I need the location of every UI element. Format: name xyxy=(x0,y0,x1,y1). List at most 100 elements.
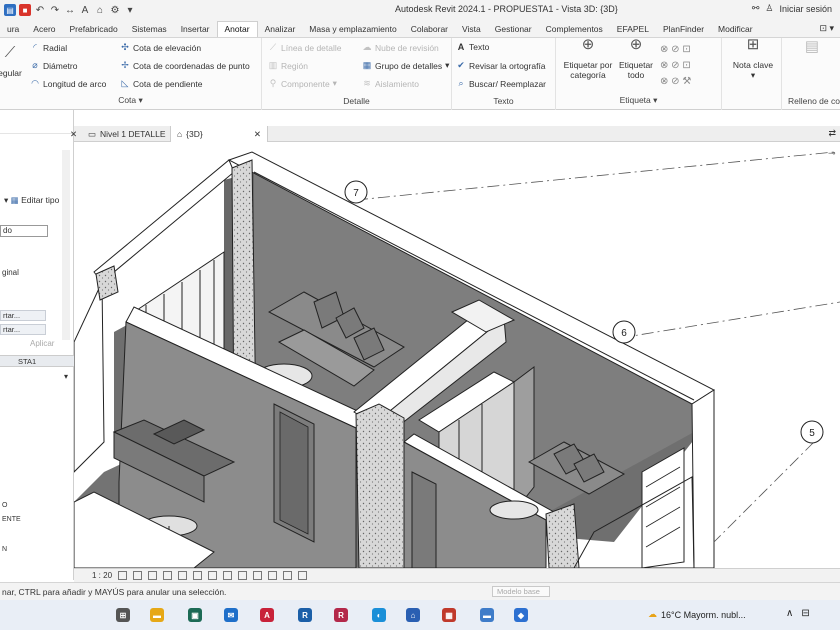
ribbon-tab-gestionar[interactable]: Gestionar xyxy=(488,24,539,37)
ribbon-tab-colaborar[interactable]: Colaborar xyxy=(404,24,455,37)
ribbon-tab-analizar[interactable]: Analizar xyxy=(258,24,303,37)
view-tabs-menu-icon[interactable]: ⇄ xyxy=(828,128,836,139)
arc-length-button[interactable]: ◠ Longitud de arco xyxy=(30,78,106,89)
region-button[interactable]: ▥ Región xyxy=(268,60,308,71)
weather-widget[interactable]: ☁ 16°C Mayorm. nubl... xyxy=(648,609,746,620)
view-reference-icon[interactable]: ⊡ xyxy=(682,60,690,71)
material-tag-icon[interactable]: ⊘ xyxy=(671,44,679,55)
redo-icon[interactable]: ↷ xyxy=(49,4,61,16)
ribbon-tab-anotar[interactable]: Anotar xyxy=(216,21,258,37)
insulation-button[interactable]: ≋ Aislamiento xyxy=(362,78,419,89)
browser-tree-item[interactable]: O xyxy=(2,502,7,509)
browser-tree-item[interactable]: ENTE xyxy=(2,516,21,523)
show-crop-icon[interactable] xyxy=(208,571,218,580)
browser-dropdown-icon[interactable]: ▾ xyxy=(64,372,68,381)
view-tab-close[interactable]: ✕ xyxy=(64,126,83,142)
temporary-hide-icon[interactable] xyxy=(238,571,248,580)
crop-view-icon[interactable] xyxy=(193,571,203,580)
pdf-icon[interactable]: A xyxy=(260,608,274,622)
property-edit-button-1[interactable]: rtar... xyxy=(0,310,46,321)
region-fill-button[interactable]: ▤ xyxy=(792,39,832,62)
ribbon-tab-ura[interactable]: ura xyxy=(0,24,26,37)
visual-style-icon[interactable] xyxy=(133,571,143,580)
radial-button[interactable]: ◜ Radial xyxy=(30,42,67,53)
folder-icon[interactable]: ▬ xyxy=(480,608,494,622)
user-icon[interactable]: ♙ xyxy=(765,3,773,14)
aligned-dimension-button[interactable]: ⟋ egular xyxy=(0,45,26,78)
dropdown-icon[interactable]: ▾ xyxy=(124,4,136,16)
ribbon-tab-sistemas[interactable]: Sistemas xyxy=(125,24,174,37)
mail-icon[interactable]: ✉ xyxy=(224,608,238,622)
multi-category-tag-icon[interactable]: ⊗ xyxy=(660,44,668,55)
tag-by-category-button[interactable]: ⊕ Etiquetar por categoría xyxy=(560,37,616,80)
tab-nivel-1-detalle[interactable]: ▭ Nivel 1 DETALLE xyxy=(82,126,172,142)
ribbon-tab-prefabricado[interactable]: Prefabricado xyxy=(63,24,125,37)
3d-viewport[interactable]: 7 6 5 ⊸ xyxy=(74,142,840,568)
component-button[interactable]: ⚲ Componente ▾ xyxy=(268,78,337,89)
spot-coordinate-button[interactable]: ✢ Cota de coordenadas de punto xyxy=(120,60,250,71)
spellcheck-button[interactable]: ✔ Revisar la ortografía xyxy=(456,60,545,71)
panel-title-cota[interactable]: Cota ▾ xyxy=(0,95,261,106)
viewcube-icon[interactable]: ⊸ xyxy=(828,149,836,159)
open-icon[interactable]: ▤ xyxy=(4,4,16,16)
keynote-button[interactable]: ⊞ Nota clave ▾ xyxy=(728,37,778,80)
ribbon-options-icon[interactable]: ⊡ ▾ xyxy=(813,23,840,37)
measure-icon[interactable]: ↔ xyxy=(64,4,76,16)
revit-icon[interactable]: R xyxy=(298,608,312,622)
edge-icon[interactable]: ◐ xyxy=(372,608,386,622)
text-icon[interactable]: A xyxy=(79,4,91,16)
lock-view-icon[interactable] xyxy=(223,571,233,580)
detail-line-button[interactable]: ⟋ Línea de detalle xyxy=(268,42,342,53)
beam-annotation-icon[interactable]: ⊗ xyxy=(660,76,668,87)
property-field[interactable]: do xyxy=(0,225,48,237)
detail-level-icon[interactable] xyxy=(118,571,128,580)
ribbon-tab-planfinder[interactable]: PlanFinder xyxy=(656,24,711,37)
tag-all-button[interactable]: ⊕ Etiquetar todo xyxy=(616,37,656,80)
binoculars-icon[interactable]: ⚯ xyxy=(752,3,760,14)
find-replace-button[interactable]: ⌕ Buscar/ Reemplazar xyxy=(456,78,546,89)
worksharing-icon[interactable] xyxy=(268,571,278,580)
model-selector[interactable]: Modelo base xyxy=(492,586,550,597)
chevron-up-icon[interactable]: ∧ xyxy=(786,608,793,619)
close-icon[interactable]: ✕ xyxy=(254,129,261,140)
3d-view-icon[interactable]: ⌂ xyxy=(94,4,106,16)
store-icon[interactable]: ▣ xyxy=(188,608,202,622)
revit-icon-2[interactable]: R xyxy=(334,608,348,622)
edit-type-button[interactable]: ▾ ▦ Editar tipo xyxy=(4,195,59,206)
ribbon-tab-vista[interactable]: Vista xyxy=(455,24,488,37)
ribbon-tab-insertar[interactable]: Insertar xyxy=(174,24,217,37)
browser-tree-item[interactable]: N xyxy=(2,546,7,553)
room-tag-icon[interactable]: ⊗ xyxy=(660,60,668,71)
home-icon[interactable]: ⌂ xyxy=(406,608,420,622)
ribbon-tab-acero[interactable]: Acero xyxy=(26,24,62,37)
sun-path-icon[interactable] xyxy=(148,571,158,580)
space-tag-icon[interactable]: ⊘ xyxy=(671,60,679,71)
scale-selector[interactable]: 1 : 20 xyxy=(92,571,112,580)
reveal-hidden-icon[interactable] xyxy=(253,571,263,580)
sign-in-link[interactable]: Iniciar sesión xyxy=(779,4,832,14)
spot-slope-button[interactable]: ◺ Cota de pendiente xyxy=(120,78,203,89)
text-button[interactable]: A Texto xyxy=(456,42,490,52)
stair-tag-icon[interactable]: ⊘ xyxy=(671,76,679,87)
windows-start-icon[interactable]: ⊞ xyxy=(116,608,130,622)
blue-app-icon[interactable]: ◆ xyxy=(514,608,528,622)
ribbon-tab-complementos[interactable]: Complementos xyxy=(539,24,610,37)
diameter-button[interactable]: ⌀ Diámetro xyxy=(30,60,77,71)
structural-tag-icon[interactable]: ⚒ xyxy=(682,76,691,87)
ribbon-tab-masa-y-emplazamiento[interactable]: Masa y emplazamiento xyxy=(302,24,403,37)
render-icon[interactable] xyxy=(178,571,188,580)
spot-elevation-button[interactable]: ✣ Cota de elevación xyxy=(120,42,201,53)
save-icon[interactable]: ■ xyxy=(19,4,31,16)
file-explorer-icon[interactable]: ▬ xyxy=(150,608,164,622)
properties-scrollbar[interactable] xyxy=(62,150,70,340)
close-icon[interactable]: ✕ xyxy=(70,129,77,140)
apply-button[interactable]: Aplicar xyxy=(30,339,54,348)
app-icon[interactable]: ▦ xyxy=(442,608,456,622)
shadows-icon[interactable] xyxy=(163,571,173,580)
revision-cloud-button[interactable]: ☁ Nube de revisión xyxy=(362,42,439,53)
area-tag-icon[interactable]: ⊡ xyxy=(682,44,690,55)
detail-group-button[interactable]: ▦ Grupo de detalles ▾ xyxy=(362,60,450,71)
tab-3d[interactable]: ⌂ {3D} ✕ xyxy=(170,126,268,142)
analytical-model-icon[interactable] xyxy=(283,571,293,580)
network-icon[interactable]: ⊟ xyxy=(801,608,809,619)
